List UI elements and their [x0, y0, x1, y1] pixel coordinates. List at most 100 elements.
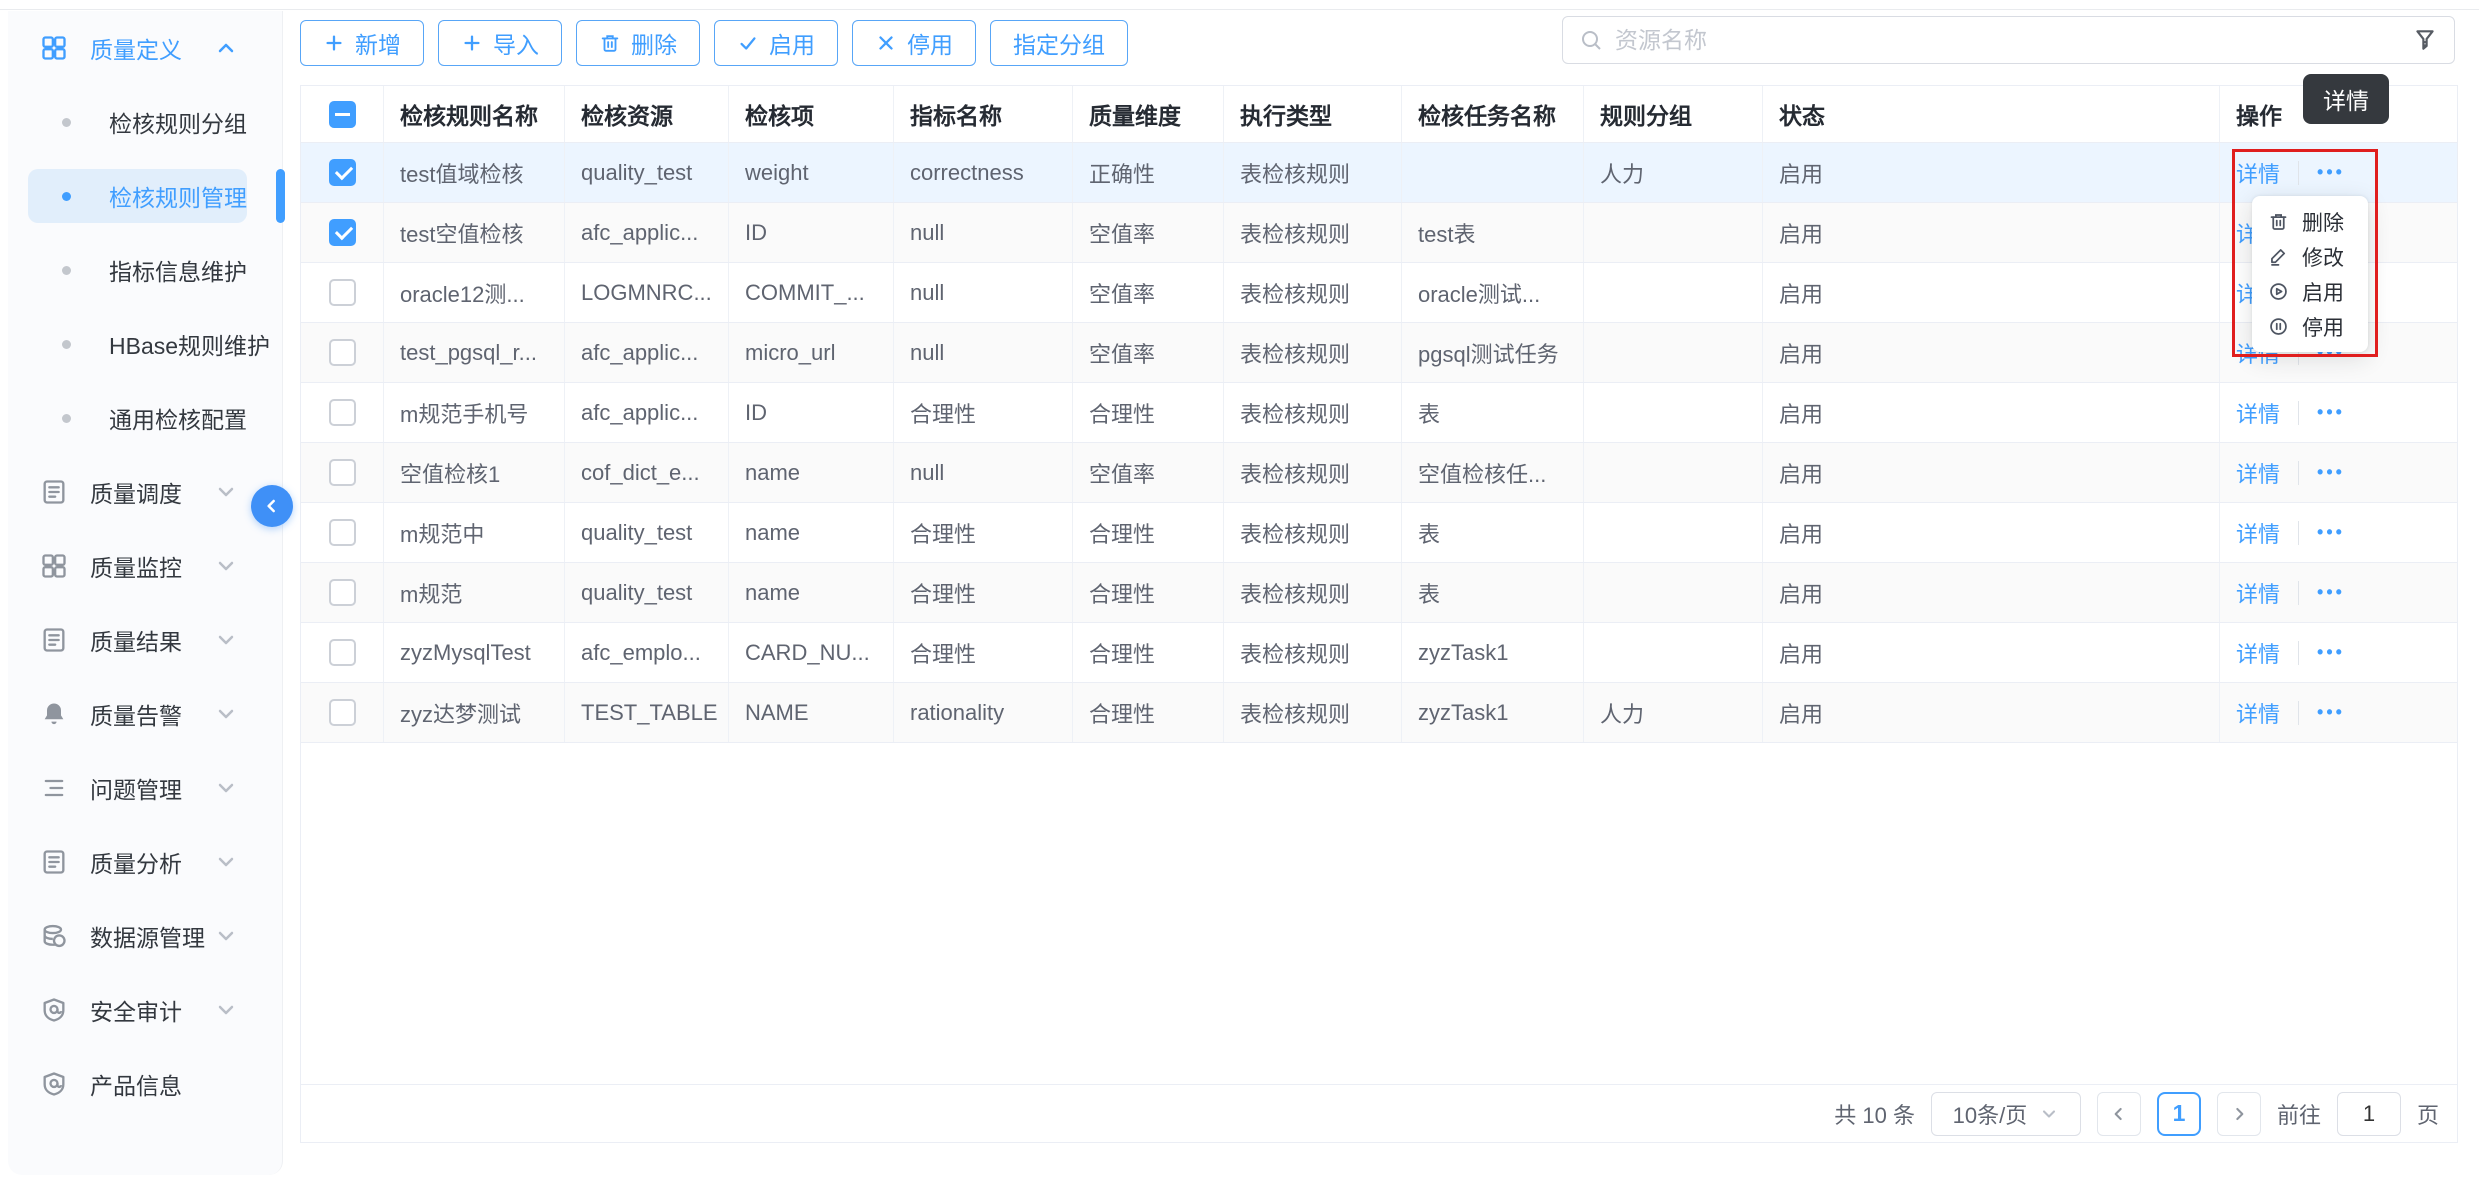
sidebar-item-9[interactable]: 产品信息 [8, 1047, 282, 1121]
page-number-button[interactable]: 1 [2157, 1092, 2201, 1136]
menu-delete[interactable]: 删除 [2252, 204, 2368, 239]
ellipsis-icon[interactable]: ••• [2317, 462, 2345, 483]
sidebar-subitem-4[interactable]: 通用检核配置 [8, 381, 282, 455]
row-checkbox[interactable] [329, 219, 356, 246]
table-cell: 启用 [1763, 683, 2220, 742]
next-page-button[interactable] [2217, 1092, 2261, 1136]
page-size-select[interactable]: 10条/页 [1931, 1092, 2081, 1136]
row-checkbox[interactable] [329, 279, 356, 306]
detail-link[interactable]: 详情 [2236, 697, 2280, 729]
detail-link[interactable]: 详情 [2236, 457, 2280, 489]
row-checkbox[interactable] [329, 339, 356, 366]
column-header: 状态 [1763, 86, 2220, 142]
ellipsis-icon[interactable]: ••• [2317, 522, 2345, 543]
menu-enable[interactable]: 启用 [2252, 274, 2368, 309]
chevron-left-icon [262, 496, 282, 516]
sidebar-subitem-3[interactable]: HBase规则维护 [8, 307, 282, 381]
disable-button[interactable]: 停用 [852, 20, 976, 66]
table-row[interactable]: test值域检核quality_testweightcorrectness正确性… [301, 143, 2457, 203]
ellipsis-icon[interactable]: ••• [2317, 702, 2345, 723]
sidebar-item-label: 质量定义 [90, 31, 182, 65]
table-row[interactable]: 空值检核1cof_dict_e...namenull空值率表检核规则空值检核任.… [301, 443, 2457, 503]
table-row[interactable]: test空值检核afc_applic...IDnull空值率表检核规则test表… [301, 203, 2457, 263]
table-cell: rationality [894, 683, 1073, 742]
sidebar-collapse-button[interactable] [251, 485, 293, 527]
table-cell: 表 [1402, 503, 1584, 562]
ellipsis-icon[interactable]: ••• [2317, 162, 2345, 183]
enable-button[interactable]: 启用 [714, 20, 838, 66]
column-header: 检核规则名称 [384, 86, 565, 142]
detail-link[interactable]: 详情 [2236, 637, 2280, 669]
chevron-down-icon [214, 776, 238, 800]
table-cell: pgsql测试任务 [1402, 323, 1584, 382]
row-checkbox[interactable] [329, 639, 356, 666]
sidebar-item-6[interactable]: 质量分析 [8, 825, 282, 899]
sidebar-item-4[interactable]: 质量告警 [8, 677, 282, 751]
table-cell: 空值检核1 [384, 443, 565, 502]
sidebar-item-1[interactable]: 质量调度 [8, 455, 282, 529]
row-checkbox[interactable] [329, 459, 356, 486]
select-all-checkbox[interactable] [329, 101, 356, 128]
ellipsis-icon[interactable]: ••• [2317, 642, 2345, 663]
sidebar-item-3[interactable]: 质量结果 [8, 603, 282, 677]
table-cell: null [894, 203, 1073, 262]
funnel-icon[interactable] [2412, 27, 2438, 53]
sidebar-item-0[interactable]: 质量定义 [8, 11, 282, 85]
search-box[interactable] [1562, 16, 2455, 64]
row-actions-cell: 详情 ••• [2220, 143, 2457, 202]
sidebar-subitem-0[interactable]: 检核规则分组 [8, 85, 282, 159]
goto-page-input[interactable] [2337, 1092, 2401, 1136]
table-cell [1584, 563, 1763, 622]
table-row[interactable]: zyzMysqlTestafc_emplo...CARD_NU...合理性合理性… [301, 623, 2457, 683]
button-label: 启用 [769, 26, 815, 60]
assign-group-button[interactable]: 指定分组 [990, 20, 1128, 66]
table-row[interactable]: oracle12测...LOGMNRC...COMMIT_...null空值率表… [301, 263, 2457, 323]
column-header: 检核任务名称 [1402, 86, 1584, 142]
table-cell: test值域检核 [384, 143, 565, 202]
menu-edit[interactable]: 修改 [2252, 239, 2368, 274]
detail-link[interactable]: 详情 [2236, 157, 2280, 189]
sidebar-subitem-2[interactable]: 指标信息维护 [8, 233, 282, 307]
detail-link[interactable]: 详情 [2236, 397, 2280, 429]
sidebar-item-2[interactable]: 质量监控 [8, 529, 282, 603]
search-input[interactable] [1615, 27, 2412, 54]
ellipsis-icon[interactable]: ••• [2317, 582, 2345, 603]
prev-page-button[interactable] [2097, 1092, 2141, 1136]
sidebar-item-5[interactable]: 问题管理 [8, 751, 282, 825]
row-checkbox-cell [301, 683, 384, 742]
sidebar-item-7[interactable]: 数据源管理 [8, 899, 282, 973]
table-row[interactable]: zyz达梦测试TEST_TABLENAMErationality合理性表检核规则… [301, 683, 2457, 743]
table-cell [1584, 503, 1763, 562]
table-row[interactable]: test_pgsql_r...afc_applic...micro_urlnul… [301, 323, 2457, 383]
sidebar-item-inner: 质量结果 [28, 613, 244, 667]
table-cell: 表检核规则 [1224, 563, 1402, 622]
document-icon [40, 478, 68, 506]
chevron-up-icon [214, 36, 238, 60]
delete-button[interactable]: 删除 [576, 20, 700, 66]
table-cell: m规范中 [384, 503, 565, 562]
table-cell: name [729, 503, 894, 562]
menu-item-label: 停用 [2302, 312, 2344, 342]
row-checkbox[interactable] [329, 699, 356, 726]
row-checkbox[interactable] [329, 519, 356, 546]
shield-icon [40, 996, 68, 1024]
import-button[interactable]: 导入 [438, 20, 562, 66]
sidebar-item-8[interactable]: 安全审计 [8, 973, 282, 1047]
ellipsis-icon[interactable]: ••• [2317, 402, 2345, 423]
table-row[interactable]: m规范手机号afc_applic...ID合理性合理性表检核规则表启用详情••• [301, 383, 2457, 443]
menu-disable[interactable]: 停用 [2252, 309, 2368, 344]
table-row[interactable]: m规范中quality_testname合理性合理性表检核规则表启用详情••• [301, 503, 2457, 563]
button-label: 停用 [907, 26, 953, 60]
table-row[interactable]: m规范quality_testname合理性合理性表检核规则表启用详情••• [301, 563, 2457, 623]
add-button[interactable]: 新增 [300, 20, 424, 66]
row-checkbox[interactable] [329, 399, 356, 426]
active-indicator-bar [276, 169, 285, 223]
table-cell: zyzTask1 [1402, 623, 1584, 682]
row-checkbox-cell [301, 443, 384, 502]
detail-link[interactable]: 详情 [2236, 517, 2280, 549]
sidebar-subitem-1[interactable]: 检核规则管理 [8, 159, 282, 233]
sidebar-item-inner: 质量分析 [28, 835, 244, 889]
detail-link[interactable]: 详情 [2236, 577, 2280, 609]
row-checkbox[interactable] [329, 579, 356, 606]
row-checkbox[interactable] [329, 159, 356, 186]
